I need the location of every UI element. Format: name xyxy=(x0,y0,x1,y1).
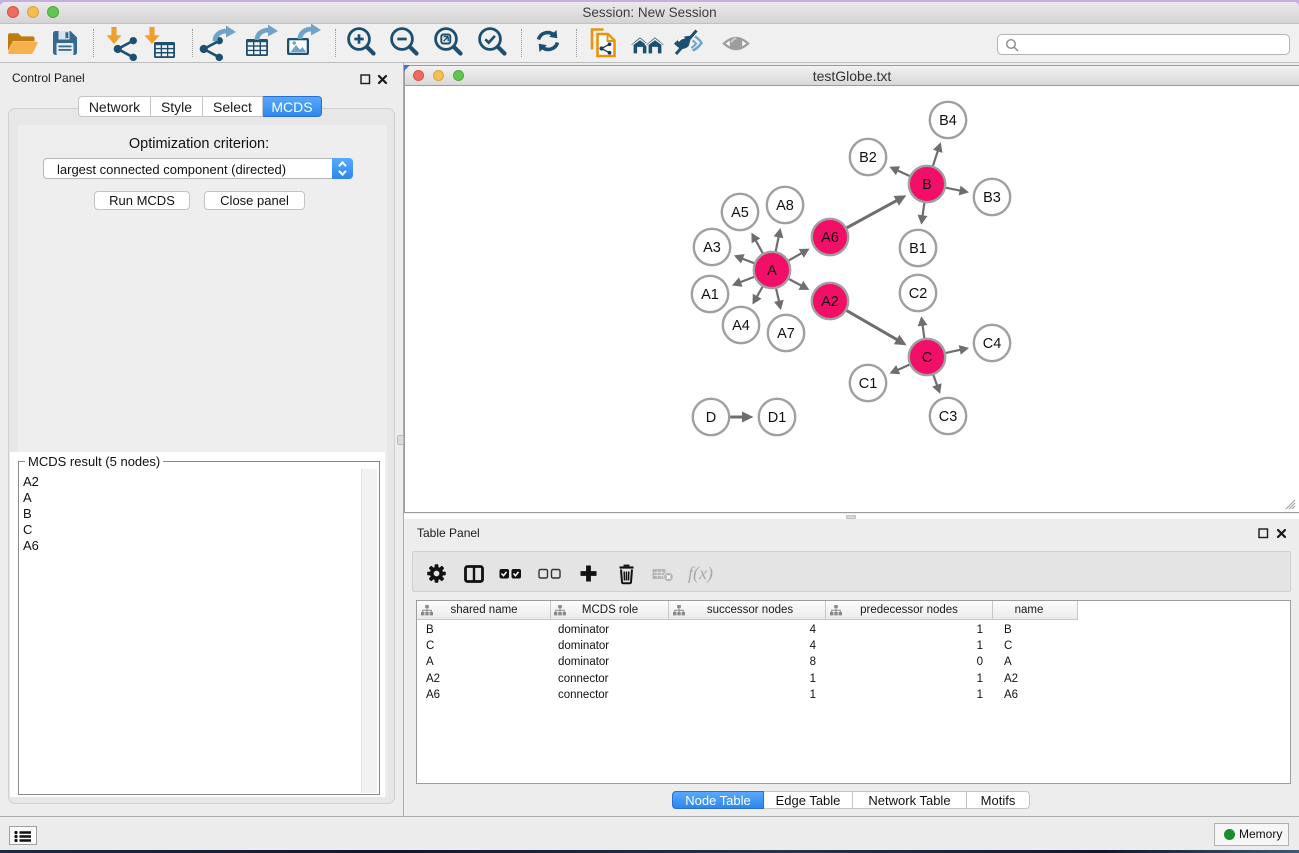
svg-text:A7: A7 xyxy=(777,326,795,342)
svg-text:A1: A1 xyxy=(701,287,719,303)
svg-text:A3: A3 xyxy=(703,240,721,256)
svg-text:A8: A8 xyxy=(776,198,794,214)
svg-text:C2: C2 xyxy=(909,286,928,302)
svg-text:A: A xyxy=(767,263,777,279)
svg-text:D: D xyxy=(706,410,716,426)
svg-text:A6: A6 xyxy=(821,230,839,246)
svg-text:C3: C3 xyxy=(939,409,958,425)
svg-text:D1: D1 xyxy=(768,410,787,426)
svg-text:A2: A2 xyxy=(821,294,839,310)
svg-text:B1: B1 xyxy=(909,241,927,257)
svg-text:B4: B4 xyxy=(939,113,957,129)
svg-text:B3: B3 xyxy=(983,190,1001,206)
svg-text:C: C xyxy=(922,350,932,366)
svg-text:B: B xyxy=(922,177,932,193)
svg-text:C1: C1 xyxy=(859,376,878,392)
svg-text:B2: B2 xyxy=(859,150,877,166)
svg-text:A4: A4 xyxy=(732,318,750,334)
svg-text:C4: C4 xyxy=(983,336,1002,352)
svg-text:A5: A5 xyxy=(731,205,749,221)
